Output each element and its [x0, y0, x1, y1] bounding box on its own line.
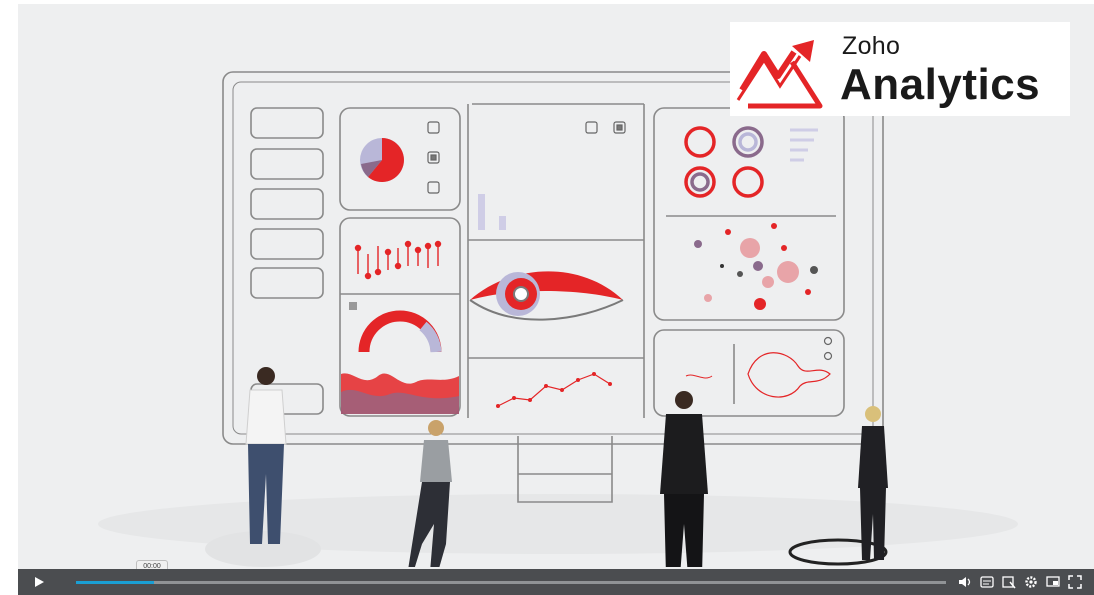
settings-icon[interactable] [1024, 575, 1038, 589]
video-player[interactable]: Zoho Analytics 00:00 [18, 4, 1094, 595]
logo-text-analytics: Analytics [840, 60, 1041, 109]
zoho-analytics-logo: Zoho Analytics [730, 22, 1070, 116]
volume-icon[interactable] [958, 575, 972, 589]
fullscreen-icon[interactable] [1068, 575, 1082, 589]
captions-icon[interactable] [980, 575, 994, 589]
pip-icon[interactable] [1046, 575, 1060, 589]
progress-fill [76, 581, 155, 584]
logo-text-zoho: Zoho [842, 32, 901, 60]
play-icon [35, 577, 44, 587]
progress-bar[interactable] [76, 581, 946, 584]
play-button[interactable] [24, 572, 54, 592]
zoho-logo-mark-icon [736, 40, 823, 109]
chapters-icon[interactable] [1002, 575, 1016, 589]
video-controls-bar [18, 569, 1094, 595]
